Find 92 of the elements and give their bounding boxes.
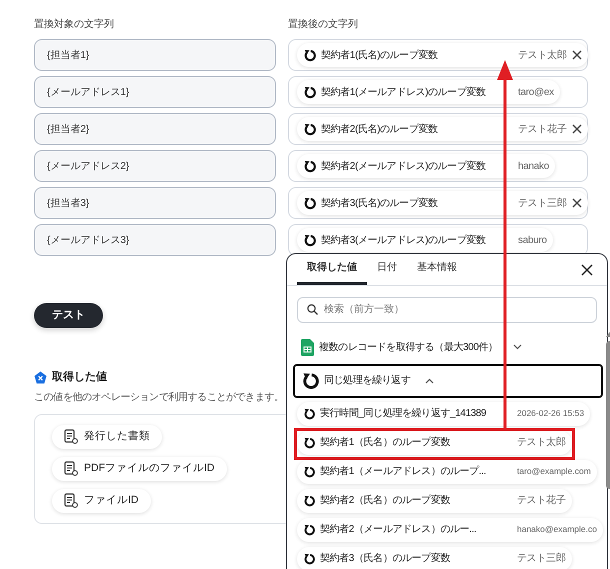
variable-item[interactable]: 契約者2（メールアドレス）のルー... hanako@example.co — [297, 518, 603, 542]
input-field[interactable]: 契約者1(氏名)のループ変数 テスト太郎 — [288, 39, 588, 71]
value-chip[interactable]: PDFファイルのファイルID — [52, 456, 226, 480]
circular-arrow-icon — [303, 86, 316, 98]
document-icon — [64, 493, 78, 508]
variable-value: taro@ex — [518, 86, 554, 100]
circular-arrow-icon — [303, 48, 316, 62]
close-icon — [581, 264, 593, 276]
variable-value: taro@example.com — [517, 465, 591, 478]
variable-chip[interactable]: 契約者1(氏名)のループ変数 テスト太郎 — [297, 43, 588, 67]
variable-item[interactable]: 契約者1（メールアドレス）のループ... taro@example.com — [297, 460, 597, 484]
tab[interactable]: 日付 — [367, 260, 407, 285]
test-button[interactable]: テスト — [34, 303, 103, 328]
column-label: 置換対象の文字列 — [34, 18, 115, 32]
value-chip[interactable]: ファイルID — [52, 488, 150, 512]
input-field[interactable]: 契約者1(メールアドレス)のループ変数 taro@ex — [288, 76, 588, 108]
variable-value: テスト太郎 — [518, 48, 567, 62]
circular-arrow-icon — [303, 122, 316, 136]
circular-arrow-icon — [303, 234, 316, 246]
search-icon — [307, 304, 318, 315]
circular-arrow-icon — [303, 160, 316, 172]
input-field[interactable]: {メールアドレス3} — [34, 224, 276, 256]
spreadsheet-icon — [301, 338, 314, 356]
input-field[interactable]: {担当者3} — [34, 187, 276, 219]
circular-arrow-icon — [303, 466, 315, 478]
circular-arrow-icon — [303, 494, 315, 506]
circular-arrow-icon — [303, 524, 315, 536]
variable-item[interactable]: 契約者3（氏名）のループ変数 テスト三郎 — [297, 546, 572, 569]
variable-name: 契約者2（メールアドレス）のルー... — [320, 522, 478, 537]
close-icon — [572, 124, 582, 134]
variable-name: 契約者1（氏名）のループ変数 — [320, 436, 451, 450]
input-field[interactable]: 契約者2(メールアドレス)のループ変数 hanako — [288, 150, 588, 182]
variable-value: テスト三郎 — [518, 196, 567, 210]
remove-button[interactable] — [572, 124, 582, 134]
variable-name: 契約者1(氏名)のループ変数 — [321, 48, 439, 62]
variable-value: hanako@example.co — [517, 523, 597, 536]
value-chip[interactable]: 発行した書類 — [52, 424, 162, 448]
input-field[interactable]: 契約者2(氏名)のループ変数 テスト花子 — [288, 113, 588, 145]
variable-value: saburo — [518, 234, 547, 248]
variable-value: テスト花子 — [517, 494, 566, 508]
variable-item[interactable]: 契約者1（氏名）のループ変数 テスト太郎 — [297, 430, 572, 454]
tree-group[interactable]: 同じ処理を繰り返す — [293, 364, 603, 398]
close-icon — [572, 50, 582, 60]
input-field[interactable]: {メールアドレス2} — [34, 150, 276, 182]
group-label: 複数のレコードを取得する（最大300件） — [319, 340, 498, 354]
variable-chip[interactable]: 契約者1(メールアドレス)のループ変数 taro@ex — [297, 80, 560, 104]
close-icon — [572, 198, 582, 208]
variable-chip[interactable]: 契約者3(氏名)のループ変数 テスト三郎 — [297, 191, 588, 215]
variable-name: 契約者1（メールアドレス）のループ... — [320, 464, 487, 479]
section-description: この値を他のオペレーションで利用することができます。 — [34, 390, 285, 404]
chevron-down-icon — [512, 344, 522, 350]
variable-name: 契約者3(氏名)のループ変数 — [321, 196, 439, 210]
column-label: 置換後の文字列 — [288, 18, 359, 32]
remove-button[interactable] — [572, 198, 582, 208]
variable-name: 契約者1(メールアドレス)のループ変数 — [321, 86, 487, 100]
variable-value: テスト太郎 — [517, 436, 566, 450]
variable-name: 契約者3(メールアドレス)のループ変数 — [321, 234, 487, 248]
circular-arrow-icon — [303, 436, 315, 448]
variable-name: 実行時間_同じ処理を繰り返す_141389 — [320, 406, 488, 421]
variable-value: hanako — [518, 160, 550, 174]
pentagon-icon — [34, 370, 47, 384]
document-icon — [64, 461, 78, 476]
search-field[interactable]: 検索（前方一致） — [297, 296, 597, 322]
variable-value: テスト花子 — [518, 122, 567, 136]
input-field[interactable]: {担当者1} — [34, 39, 276, 71]
variable-name: 契約者2（氏名）のループ変数 — [320, 494, 451, 508]
variable-value: テスト三郎 — [517, 552, 566, 566]
input-field[interactable]: 契約者3(メールアドレス)のループ変数 saburo — [288, 224, 588, 256]
input-field[interactable]: 契約者3(氏名)のループ変数 テスト三郎 — [288, 187, 588, 219]
tab[interactable]: 取得した値 — [297, 260, 367, 285]
group-label: 同じ処理を繰り返す — [324, 374, 410, 388]
input-field[interactable]: {メールアドレス1} — [34, 76, 276, 108]
section-title: 取得した値 — [52, 370, 107, 385]
circular-arrow-icon — [303, 196, 316, 210]
circular-arrow-icon — [301, 372, 319, 390]
input-field[interactable]: {担当者2} — [34, 113, 276, 145]
circular-arrow-icon — [303, 408, 315, 420]
variable-item[interactable]: 実行時間_同じ処理を繰り返す_141389 2026-02-26 15:53 — [297, 402, 590, 426]
variable-item[interactable]: 契約者2（氏名）のループ変数 テスト花子 — [297, 488, 572, 512]
chevron-up-icon — [425, 378, 434, 384]
variable-name: 契約者2(氏名)のループ変数 — [321, 122, 439, 136]
circular-arrow-icon — [303, 552, 315, 564]
tab[interactable]: 基本情報 — [407, 260, 467, 285]
variable-chip[interactable]: 契約者2(メールアドレス)のループ変数 hanako — [297, 154, 556, 178]
document-icon — [64, 429, 78, 444]
variable-name: 契約者3（氏名）のループ変数 — [320, 552, 451, 566]
variable-chip[interactable]: 契約者3(メールアドレス)のループ変数 saburo — [297, 228, 553, 252]
tree-group[interactable]: 複数のレコードを取得する（最大300件） — [293, 330, 603, 364]
variable-chip[interactable]: 契約者2(氏名)のループ変数 テスト花子 — [297, 117, 588, 141]
variable-name: 契約者2(メールアドレス)のループ変数 — [321, 160, 487, 174]
variable-value: 2026-02-26 15:53 — [517, 407, 584, 420]
remove-button[interactable] — [572, 50, 582, 60]
